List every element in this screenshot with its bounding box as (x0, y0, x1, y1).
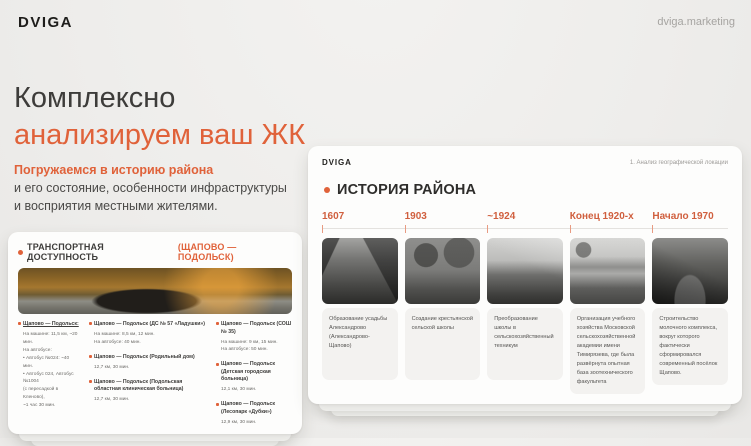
timeline-date: 1903 (404, 211, 427, 222)
route-details: 12,7 км, 30 мин. (94, 364, 130, 370)
transport-column: Щапово — Подольск (СОШ № 35) На машине: … (216, 321, 292, 427)
transport-route-block: Щапово — Подольск: На машине: 11,5 км, ~… (18, 321, 80, 410)
timeline-entry: Преобразование школы в сельскохозяйствен… (487, 238, 563, 394)
timeline-desc: Образование усадьбы Александрово (Алекса… (322, 308, 398, 380)
intro: Погружаемся в историю района и его состо… (14, 162, 304, 215)
timeline-entry: Создание крестьянской сельской школы (404, 238, 481, 394)
route-title: Щапово — Подольск (Подольская областная … (94, 378, 184, 393)
history-slide-card: DVIGA 1. Анализ географической локации И… (308, 146, 742, 404)
bullet-icon (18, 249, 23, 255)
page-title-line-1: Комплексно (14, 82, 176, 114)
transport-route-block: Щапово — Подольск (СОШ № 35) На машине: … (216, 321, 292, 354)
timeline-desc: Создание крестьянской сельской школы (404, 308, 481, 380)
timeline-desc: Организация учебного хозяйства Московско… (569, 308, 646, 394)
timeline-date: ~1924 (487, 211, 516, 222)
timeline-desc: Строительство молочного комплекса, вокру… (652, 308, 728, 385)
timeline-tick (404, 225, 481, 238)
transport-column: Щапово — Подольск: На машине: 11,5 км, ~… (18, 321, 80, 427)
transport-card-title: ТРАНСПОРТНАЯ ДОСТУПНОСТЬ (ЩАПОВО — ПОДОЛ… (16, 240, 294, 267)
route-title: Щапово — Подольск (ДС № 57 «Ладушки») (94, 321, 206, 327)
bullet-icon (324, 187, 330, 193)
slide-header: DVIGA 1. Анализ географической локации (322, 158, 728, 167)
transport-route-block: Щапово — Подольск (Лесопарк «Дубки») 12,… (216, 401, 292, 426)
transport-title-location: (ЩАПОВО — ПОДОЛЬСК) (177, 242, 237, 262)
slide-title-text: ИСТОРИЯ РАЙОНА (337, 182, 477, 198)
timeline-date: 1607 (322, 211, 345, 222)
timeline-dates: 1607 1903 ~1924 Конец 1920-х Начало 1970 (322, 211, 728, 228)
slide-title: ИСТОРИЯ РАЙОНА (324, 182, 728, 198)
timeline-tick (652, 225, 728, 238)
transport-route-block: Щапово — Подольск (Родильный дом) 12,7 к… (89, 354, 207, 372)
route-title: Щапово — Подольск: (23, 321, 79, 327)
page-background: { "page": { "brand": "DVIGA", "site": "d… (0, 0, 751, 446)
page-title: Комплексно анализируем ваш ЖК (14, 80, 314, 153)
timeline-entries: Образование усадьбы Александрово (Алекса… (322, 238, 728, 394)
route-title: Щапово — Подольск (Родильный дом) (94, 353, 195, 360)
timeline-axis (322, 225, 728, 238)
route-details: 12,1 км, 30 мин. (221, 387, 257, 393)
location-pin-icon (216, 362, 219, 366)
location-pin-icon (18, 322, 21, 326)
transport-title-text: ТРАНСПОРТНАЯ ДОСТУПНОСТЬ (27, 242, 104, 262)
timeline-desc: Преобразование школы в сельскохозяйствен… (487, 308, 563, 380)
timeline-photo-classroom (487, 238, 563, 304)
transport-columns: Щапово — Подольск: На машине: 11,5 км, ~… (16, 321, 294, 427)
slide-section-label: 1. Анализ географической локации (629, 159, 728, 166)
transport-route-block: Щапово — Подольск (Подольская областная … (89, 379, 207, 404)
location-pin-icon (216, 322, 219, 326)
timeline-photo-school (404, 238, 481, 304)
route-details: 12,9 км, 30 мин. (221, 419, 257, 425)
timeline-entry: Образование усадьбы Александрово (Алекса… (322, 238, 398, 394)
transport-card-stack: ТРАНСПОРТНАЯ ДОСТУПНОСТЬ (ЩАПОВО — ПОДОЛ… (8, 232, 302, 446)
timeline-tick (487, 225, 563, 238)
route-title: Щапово — Подольск (СОШ № 35) (221, 321, 292, 335)
timeline-photo-academy (569, 238, 646, 304)
timeline-entry: Организация учебного хозяйства Московско… (569, 238, 646, 394)
route-title: Щапово — Подольск (Детская городская бол… (221, 361, 276, 383)
timeline: 1607 1903 ~1924 Конец 1920-х Начало 1970… (322, 211, 728, 394)
route-title: Щапово — Подольск (Лесопарк «Дубки») (221, 401, 276, 415)
transport-route-block: Щапово — Подольск (Детская городская бол… (216, 361, 292, 394)
page-title-line-2: анализируем ваш ЖК (14, 118, 306, 151)
timeline-date: Конец 1920-х (569, 211, 634, 222)
location-pin-icon (89, 379, 92, 383)
route-details: 12,7 км, 30 мин. (94, 397, 130, 403)
route-details: На машине: 11,5 км, ~20 мин. На автобусе… (23, 332, 78, 409)
route-details: На машине: 8,5 км, 12 мин. На автобусе: … (94, 332, 155, 345)
timeline-entry: Строительство молочного комплекса, вокру… (652, 238, 728, 394)
location-pin-icon (89, 355, 92, 359)
timeline-tick (322, 225, 398, 238)
route-details: На машине: 9 км, 15 мин. На автобусе: 50… (221, 339, 278, 353)
location-pin-icon (216, 402, 219, 406)
timeline-date: Начало 1970 (652, 211, 714, 222)
slide-brand-logo: DVIGA (322, 158, 352, 167)
transport-card: ТРАНСПОРТНАЯ ДОСТУПНОСТЬ (ЩАПОВО — ПОДОЛ… (8, 232, 302, 434)
timeline-photo-manor (322, 238, 398, 304)
intro-text: и его состояние, особенности инфраструкт… (14, 181, 287, 213)
transport-road-photo (18, 268, 292, 314)
timeline-photo-dairy-complex (652, 238, 728, 304)
location-pin-icon (89, 322, 92, 326)
transport-column: Щапово — Подольск (ДС № 57 «Ладушки») На… (89, 321, 207, 427)
timeline-tick (569, 225, 646, 238)
site-link[interactable]: dviga.marketing (657, 16, 735, 28)
transport-route-block: Щапово — Подольск (ДС № 57 «Ладушки») На… (89, 321, 207, 347)
history-slide-stack: DVIGA 1. Анализ географической локации И… (308, 146, 742, 416)
brand-logo[interactable]: DVIGA (18, 14, 73, 31)
intro-highlight: Погружаемся в историю района (14, 163, 214, 177)
